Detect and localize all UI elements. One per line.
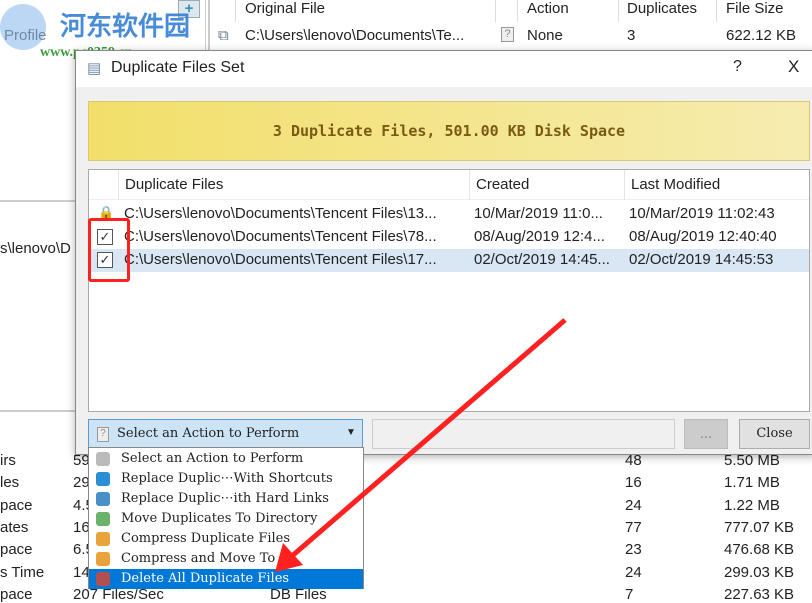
annotation-arrow [275,318,567,572]
